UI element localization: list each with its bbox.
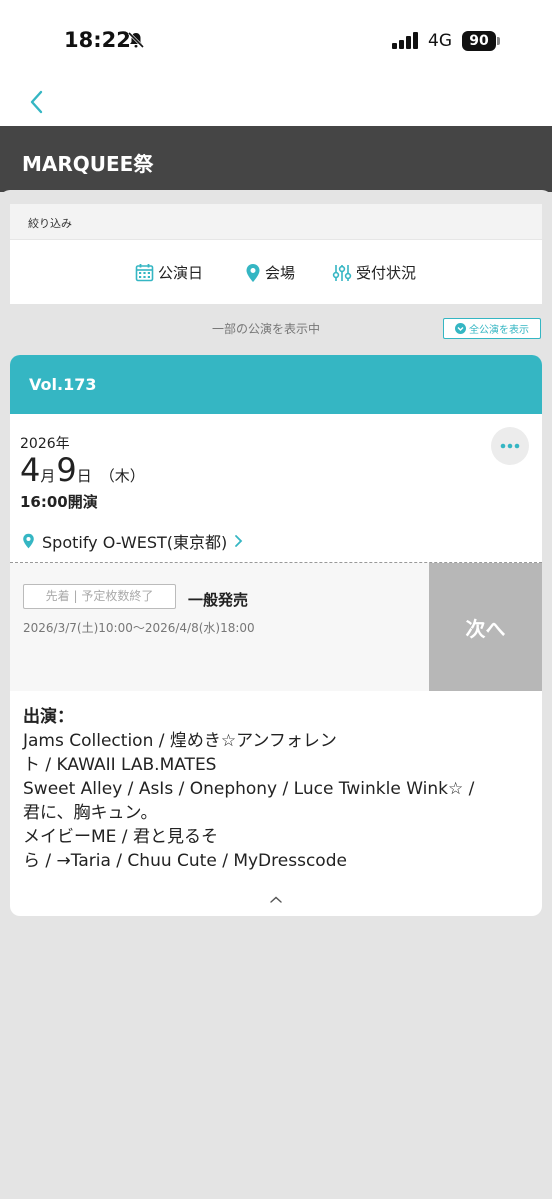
ellipsis-icon: [500, 443, 520, 449]
bell-slash-icon: [127, 31, 145, 49]
chevron-up-icon[interactable]: [266, 893, 286, 907]
performers-section: 出演： Jams Collection / 煌めき☆アンフォレン ト / KAW…: [23, 705, 529, 873]
location-pin-icon: [246, 263, 260, 282]
event-card: Vol.173 2026年 4 月 9 日 （木） 16:00開演 Spotif…: [10, 355, 542, 916]
partial-display-text: 一部の公演を表示中: [212, 322, 321, 336]
signal-icon: [392, 32, 418, 49]
filter-label: 絞り込み: [28, 217, 72, 230]
filter-status-button[interactable]: 受付状況: [332, 262, 416, 283]
venue-link[interactable]: Spotify O-WEST(東京都): [22, 529, 243, 553]
network-type: 4G: [428, 31, 452, 51]
event-year: 2026年: [20, 436, 70, 452]
show-all-label: 全公演を表示: [469, 325, 529, 336]
next-button[interactable]: 次へ: [429, 563, 542, 691]
venue-name: Spotify O-WEST(東京都): [42, 533, 228, 552]
filter-venue-button[interactable]: 会場: [245, 262, 295, 283]
event-open-time: 16:00開演: [20, 493, 98, 511]
list-status-row: 一部の公演を表示中 全公演を表示: [0, 316, 552, 342]
performers-line: ら / →Taria / Chuu Cute / MyDresscode: [23, 851, 347, 871]
filter-date-label: 公演日: [158, 264, 204, 282]
sliders-icon: [332, 264, 352, 281]
chevron-circle-down-icon: [455, 323, 466, 334]
filter-panel: 絞り込み 公演日 会場 受付状況: [10, 204, 542, 304]
battery-icon: 90: [462, 31, 496, 51]
chevron-right-icon: [235, 535, 243, 547]
sale-period: 2026/3/7(土)10:00～2026/4/8(水)18:00: [23, 621, 255, 635]
event-day: 9: [56, 451, 77, 489]
status-bar: 18:22 4G 90: [0, 0, 552, 78]
event-weekday: （木）: [99, 467, 145, 485]
filter-venue-label: 会場: [265, 264, 296, 282]
performers-line: 君に、胸キュン。: [23, 803, 158, 823]
event-month: 4: [20, 451, 41, 489]
status-time: 18:22: [64, 28, 131, 52]
performers-line: メイビーME / 君と見るそ: [23, 827, 218, 847]
sale-status-badge: 先着 | 予定枚数終了: [23, 584, 176, 609]
event-day-unit: 日: [76, 467, 92, 485]
calendar-icon: [135, 264, 154, 282]
filter-date-button[interactable]: 公演日: [135, 262, 203, 283]
event-card-header: Vol.173: [10, 355, 542, 414]
performers-line: Jams Collection / 煌めき☆アンフォレン: [23, 731, 337, 751]
location-pin-icon: [23, 533, 34, 549]
event-volume: Vol.173: [29, 375, 97, 394]
event-month-unit: 月: [40, 467, 56, 485]
filter-header: 絞り込み: [10, 204, 542, 240]
page-title: MARQUEE祭: [22, 152, 154, 176]
sale-type: 一般発売: [188, 591, 249, 609]
performers-line: Sweet Alley / AsIs / Onephony / Luce Twi…: [23, 779, 475, 799]
battery-nub: [497, 37, 500, 45]
more-options-button[interactable]: [491, 427, 529, 465]
nav-bar: [0, 78, 552, 126]
ticket-sale-info: 先着 | 予定枚数終了 一般発売 2026/3/7(土)10:00～2026/4…: [10, 563, 430, 691]
performers-label: 出演：: [23, 707, 74, 727]
filter-status-label: 受付状況: [356, 264, 417, 282]
chevron-left-icon[interactable]: [28, 88, 48, 116]
show-all-button[interactable]: 全公演を表示: [443, 318, 541, 339]
page-header: MARQUEE祭: [0, 126, 552, 192]
event-date: 4 月 9 日 （木）: [20, 451, 145, 489]
performers-line: ト / KAWAII LAB.MATES: [23, 755, 217, 775]
